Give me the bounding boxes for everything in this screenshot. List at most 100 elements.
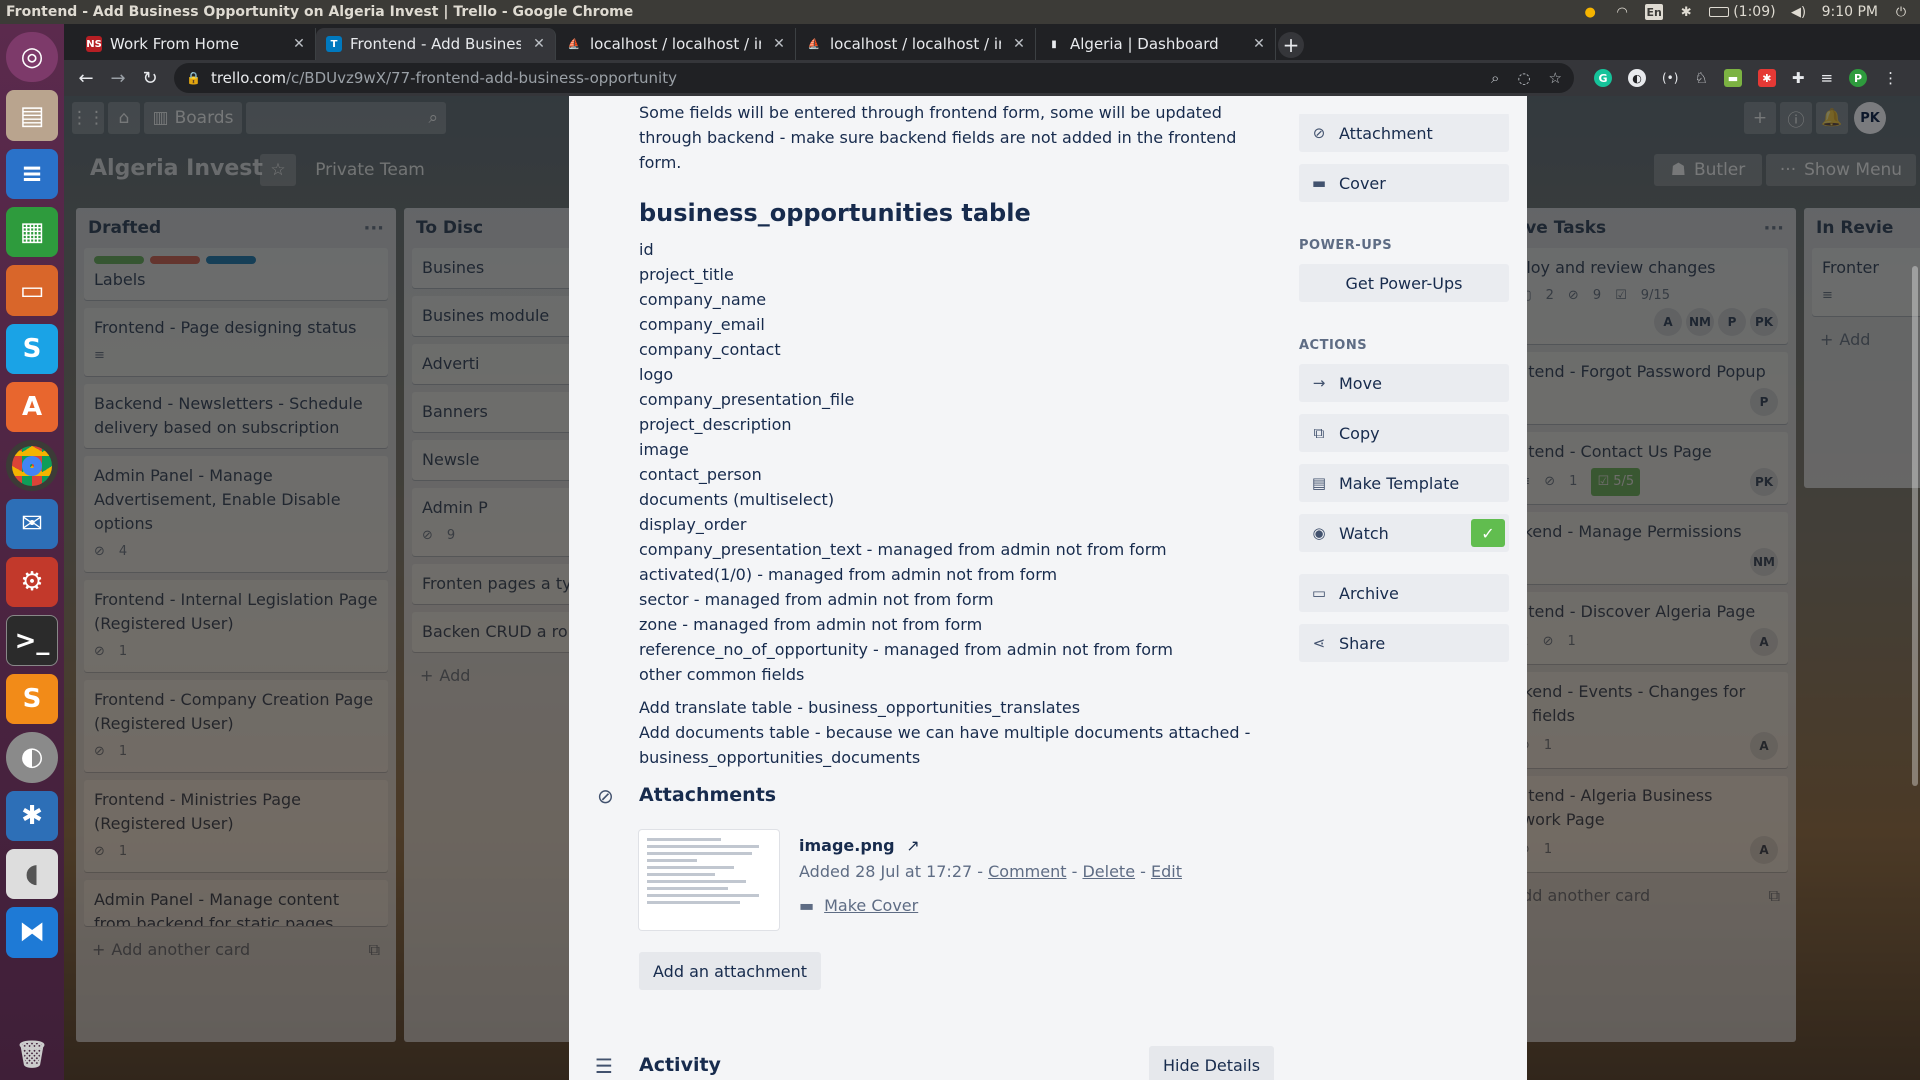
extension-icon[interactable]: ▬	[1723, 69, 1742, 87]
delete-link[interactable]: Delete	[1082, 862, 1135, 881]
os-top-bar: Frontend - Add Business Opportunity on A…	[0, 0, 1920, 24]
make-cover-action[interactable]: ▬ Make Cover	[799, 896, 918, 915]
system-tray: ● ◠ En ✱ (1:09) ◀) 9:10 PM ⏻	[1581, 0, 1910, 24]
url-path: /c/BDUvz9wX/77-frontend-add-business-opp…	[285, 69, 677, 87]
bluetooth-icon[interactable]: ✱	[1677, 4, 1695, 20]
close-icon[interactable]: ✕	[289, 36, 309, 52]
edit-link[interactable]: Edit	[1151, 862, 1182, 881]
field-item: other common fields	[639, 665, 805, 684]
volume-icon[interactable]: ◀)	[1790, 4, 1808, 20]
field-item: company_contact	[639, 340, 781, 359]
extension-icon[interactable]: ✱	[1757, 69, 1776, 87]
bookmark-star-icon[interactable]: ☆	[1549, 69, 1562, 87]
copy-label: Copy	[1339, 423, 1380, 443]
browser-tab[interactable]: ⛵ localhost / localhost / inve ✕	[796, 28, 1036, 60]
browser-tab-active[interactable]: T Frontend - Add Business O ✕	[316, 28, 556, 60]
tab-strip: NS Work From Home ✕ T Frontend - Add Bus…	[64, 24, 1920, 60]
page-scrollbar[interactable]	[1912, 266, 1918, 786]
extension-icon[interactable]: ♘	[1694, 69, 1707, 87]
new-tab-button[interactable]: +	[1278, 32, 1304, 58]
libreoffice-calc-icon[interactable]: ▦	[6, 207, 58, 258]
close-icon[interactable]: ✕	[769, 36, 789, 52]
browser-tab[interactable]: NS Work From Home ✕	[76, 28, 316, 60]
move-label: Move	[1339, 373, 1382, 393]
profile-avatar[interactable]: P	[1849, 69, 1868, 87]
software-center-icon[interactable]: A	[6, 382, 58, 433]
netsuite-favicon-icon: NS	[86, 36, 102, 52]
field-item: zone - managed from admin not from form	[639, 615, 983, 634]
extension-icon[interactable]: ◐	[1628, 69, 1646, 87]
make-template-button[interactable]: ▤ Make Template	[1299, 464, 1509, 502]
battery-icon	[1709, 7, 1730, 17]
hide-details-button[interactable]: Hide Details	[1149, 1046, 1275, 1080]
media-control-icon[interactable]: ≡	[1820, 69, 1833, 87]
files-icon[interactable]: ▤	[6, 90, 58, 141]
url-host: trello.com	[210, 69, 286, 87]
chrome-icon[interactable]	[6, 440, 58, 491]
cover-label: Cover	[1339, 173, 1386, 193]
address-bar[interactable]: 🔒 trello.com/c/BDUvz9wX/77-frontend-add-…	[174, 63, 1574, 93]
comment-link[interactable]: Comment	[988, 862, 1066, 881]
close-icon[interactable]: ✕	[529, 36, 549, 52]
get-powerups-button[interactable]: Get Power-Ups	[1299, 264, 1509, 302]
close-icon[interactable]: ✕	[1009, 36, 1029, 52]
browser-tab[interactable]: ⛵ localhost / localhost / inve ✕	[556, 28, 796, 60]
cover-button[interactable]: ▬ Cover	[1299, 164, 1509, 202]
archive-button[interactable]: ▭ Archive	[1299, 574, 1509, 612]
share-button[interactable]: ⋖ Share	[1299, 624, 1509, 662]
make-cover-link[interactable]: Make Cover	[824, 896, 918, 915]
copy-button[interactable]: ⧉ Copy	[1299, 414, 1509, 452]
browser-chrome: NS Work From Home ✕ T Frontend - Add Bus…	[64, 24, 1920, 96]
back-icon[interactable]: ←	[70, 68, 102, 89]
dashboard-favicon-icon: ▮	[1051, 38, 1057, 50]
extensions-puzzle-icon[interactable]: ✚	[1792, 69, 1805, 87]
cover-icon: ▬	[799, 896, 815, 915]
bluetooth-app-icon[interactable]: ✱	[6, 790, 58, 841]
battery-time: (1:09)	[1733, 4, 1776, 20]
terminal-icon[interactable]: >_	[6, 615, 58, 666]
sublime-text-icon[interactable]: S	[6, 673, 58, 725]
night-light-icon[interactable]: ●	[1581, 4, 1599, 20]
phpmyadmin-favicon-icon: ⛵	[567, 38, 581, 50]
mouse-icon[interactable]: ◖	[6, 848, 58, 900]
vscode-icon[interactable]: ⧓	[6, 907, 58, 958]
zoom-icon[interactable]: ⌕	[1491, 69, 1499, 87]
libreoffice-writer-icon[interactable]: ≡	[6, 148, 58, 200]
watch-button[interactable]: ◉ Watch ✓	[1299, 514, 1509, 552]
trash-icon[interactable]: 🗑	[6, 1030, 58, 1080]
ubuntu-dash-icon[interactable]: ◎	[6, 32, 58, 83]
move-button[interactable]: → Move	[1299, 364, 1509, 402]
power-icon[interactable]: ⏻	[1892, 4, 1910, 20]
template-icon: ▤	[1311, 474, 1327, 492]
extension-icon[interactable]: (•)	[1662, 71, 1678, 85]
add-attachment-button[interactable]: Add an attachment	[639, 952, 822, 990]
disk-icon[interactable]: ◐	[6, 732, 58, 783]
close-icon[interactable]: ✕	[1249, 36, 1269, 52]
attachment-name[interactable]: image.png ↗	[799, 836, 920, 855]
attachments-title: Attachments	[639, 784, 777, 806]
card-description[interactable]: Some fields will be entered through fron…	[639, 100, 1279, 770]
browser-tab[interactable]: ▮ Algeria | Dashboard ✕	[1036, 28, 1276, 60]
grammarly-icon[interactable]: G	[1594, 69, 1612, 87]
keyboard-layout[interactable]: En	[1645, 4, 1664, 20]
description-text: Add translate table - business_opportuni…	[639, 698, 1081, 717]
attachment-button[interactable]: ⊘ Attachment	[1299, 114, 1509, 152]
settings-icon[interactable]: ⚙	[6, 557, 58, 608]
copy-icon: ⧉	[1313, 424, 1325, 442]
eye-icon: ◉	[1312, 524, 1326, 542]
arrow-right-icon: →	[1312, 374, 1326, 392]
share-icon: ⋖	[1312, 634, 1326, 652]
attachment-label: Attachment	[1339, 123, 1433, 143]
thunderbird-icon[interactable]: ✉	[6, 498, 58, 550]
clock[interactable]: 9:10 PM	[1822, 4, 1878, 20]
chrome-menu-icon[interactable]: ⋮	[1883, 69, 1898, 87]
libreoffice-impress-icon[interactable]: ▭	[6, 265, 58, 316]
attachment-thumbnail[interactable]	[639, 830, 779, 930]
reload-icon[interactable]: ↻	[134, 68, 166, 89]
eye-off-icon[interactable]: ◌	[1517, 69, 1530, 87]
skype-icon[interactable]: S	[6, 323, 58, 375]
forward-icon[interactable]: →	[102, 68, 134, 89]
open-external-icon[interactable]: ↗	[906, 836, 919, 855]
wifi-icon[interactable]: ◠	[1613, 4, 1631, 20]
battery-indicator[interactable]: (1:09)	[1709, 4, 1776, 20]
